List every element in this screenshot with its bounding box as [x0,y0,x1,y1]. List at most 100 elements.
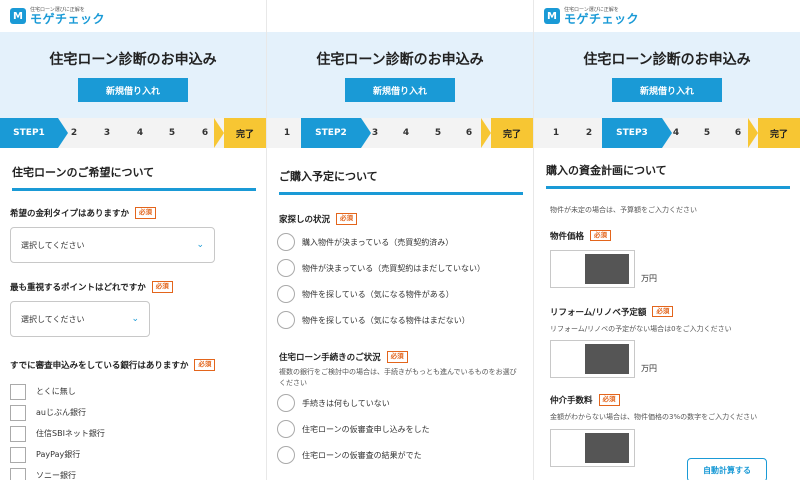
step-1: 1 [283,128,291,138]
reform-field: 万円 [550,340,800,378]
price-unit: 万円 [641,273,657,283]
required-badge: 必須 [336,213,358,225]
step-complete: 完了 [481,118,533,148]
logo-mark-icon: M [10,8,26,24]
step-current: STEP3 [602,118,672,148]
price-field: 万円 [550,249,800,288]
required-badge: 必須 [386,351,408,363]
radio-item[interactable]: 手続きは何もしていない [277,390,533,416]
checkbox[interactable] [10,404,26,421]
new-loan-button[interactable]: 新規借り入れ [612,78,722,102]
checkbox[interactable] [10,467,26,480]
step-3: 3 [103,128,111,138]
checkbox-item[interactable]: PayPay銀行 [10,444,266,465]
section-title: 購入の資金計画について [546,162,790,189]
q-bank-label: すでに審査申込みをしている銀行はありますか 必須 [10,359,266,371]
redacted-value [585,253,629,284]
step-5: 5 [703,128,711,138]
checkbox[interactable] [10,446,26,463]
intro-hint: 物件が未定の場合は、予算額をご入力ください [550,206,697,214]
step-6: 6 [201,128,209,138]
step-5: 5 [168,128,176,138]
price-label: 物件価格 必須 [550,229,800,242]
fee-hint: 金額がわからない場合は、物件価格の3%の数字をご入力ください [550,413,758,421]
step-4: 4 [402,128,410,138]
auto-calc-button[interactable]: 自動計算する [687,458,767,480]
step-progress: STEP1 2 3 4 5 6 完了 [0,118,266,148]
step-complete: 完了 [214,118,266,148]
radio[interactable] [277,420,295,438]
required-badge: 必須 [598,394,620,406]
radio[interactable] [277,446,295,464]
redacted-value [585,432,629,463]
page-title: 住宅ローン診断のお申込み [583,52,751,68]
new-loan-button[interactable]: 新規借り入れ [78,78,188,102]
radio[interactable] [277,259,295,277]
logo-name: モゲチェック [30,11,106,26]
fee-input[interactable] [550,428,635,467]
fee-label: 仲介手数料 必須 [550,394,800,406]
page-title: 住宅ローン診断のお申込み [49,52,217,68]
header: M 住宅ローン選びに正解を モゲチェック [534,0,800,32]
checkbox-item[interactable]: 住信SBIネット銀行 [10,423,266,444]
radio[interactable] [277,394,295,412]
required-badge: 必須 [151,281,173,293]
redacted-value [585,344,629,374]
checkbox[interactable] [10,425,26,442]
radio-item[interactable]: 物件が決まっている（売買契約はまだしていない） [277,255,533,281]
radio-item[interactable]: 住宅ローンの仮審査申し込みをした [277,416,533,442]
radio-item[interactable]: 住宅ローンの仮審査の結果がでた [277,442,533,468]
panel-step2: 住宅ローン診断のお申込み 新規借り入れ 1 STEP2 3 4 5 6 完了 ご… [267,0,533,480]
radio[interactable] [277,233,295,251]
radio-item[interactable]: 物件を探している（気になる物件がある） [277,281,533,307]
header: M 住宅ローン選びに正解を モゲチェック [0,0,266,32]
section-title: 住宅ローンのご希望について [12,164,256,191]
step-current: STEP2 [301,118,371,148]
new-loan-button[interactable]: 新規借り入れ [345,78,455,102]
step-5: 5 [434,128,442,138]
q-house-status-label: 家探しの状況 必須 [279,213,533,225]
section-title: ご購入予定について [279,168,523,195]
hero: 住宅ローン診断のお申込み 新規借り入れ [267,32,533,118]
price-input[interactable] [550,249,635,288]
step-6: 6 [465,128,473,138]
q-loan-status-label: 住宅ローン手続きのご状況 必須 [279,351,533,363]
q-rate-type-label: 希望の金利タイプはありますか 必須 [10,207,266,219]
step-4: 4 [672,128,680,138]
required-badge: 必須 [590,229,612,242]
loan-status-radio-list: 手続きは何もしていない 住宅ローンの仮審査申し込みをした 住宅ローンの仮審査の結… [277,390,533,468]
loan-status-hint: 複数の銀行をご検討中の場合は、手続きがもっとも進んでいるものをお選びください [279,368,517,387]
checkbox-item[interactable]: auじぶん銀行 [10,402,266,423]
checkbox-item[interactable]: とくに無し [10,381,266,402]
checkbox[interactable] [10,383,26,400]
priority-select[interactable]: 選択してください ⌄ [10,301,150,337]
logo[interactable]: M 住宅ローン選びに正解を モゲチェック [10,7,106,26]
radio[interactable] [277,285,295,303]
reform-input[interactable] [550,340,635,378]
checkbox-item[interactable]: ソニー銀行 [10,465,266,480]
reform-unit: 万円 [641,364,657,373]
q-priority-label: 最も重視するポイントはどれですか 必須 [10,281,266,293]
radio-item[interactable]: 物件を探している（気になる物件はまだない） [277,307,533,333]
hero: 住宅ローン診断のお申込み 新規借り入れ [0,32,266,118]
reform-label: リフォーム/リノベ予定額 必須 [550,305,800,318]
step-6: 6 [734,128,742,138]
house-status-radio-list: 購入物件が決まっている（売買契約済み） 物件が決まっている（売買契約はまだしてい… [277,229,533,333]
hero: 住宅ローン診断のお申込み 新規借り入れ [534,32,800,118]
bank-checkbox-list: とくに無し auじぶん銀行 住信SBIネット銀行 PayPay銀行 ソニー銀行 [10,381,266,480]
step-current: STEP1 [0,118,68,148]
required-badge: 必須 [652,305,674,318]
step-complete: 完了 [748,118,800,148]
panel-step3: M 住宅ローン選びに正解を モゲチェック 住宅ローン診断のお申込み 新規借り入れ… [534,0,800,480]
chevron-down-icon: ⌄ [131,314,139,324]
logo-name: モゲチェック [564,11,640,26]
rate-type-select[interactable]: 選択してください ⌄ [10,227,215,263]
required-badge: 必須 [194,359,216,371]
header [267,0,533,32]
required-badge: 必須 [135,207,157,219]
chevron-down-icon: ⌄ [196,240,204,250]
radio-item[interactable]: 購入物件が決まっている（売買契約済み） [277,229,533,255]
logo[interactable]: M 住宅ローン選びに正解を モゲチェック [544,7,640,26]
reform-hint: リフォーム/リノベの予定がない場合は0をご入力ください [550,324,732,333]
radio[interactable] [277,311,295,329]
